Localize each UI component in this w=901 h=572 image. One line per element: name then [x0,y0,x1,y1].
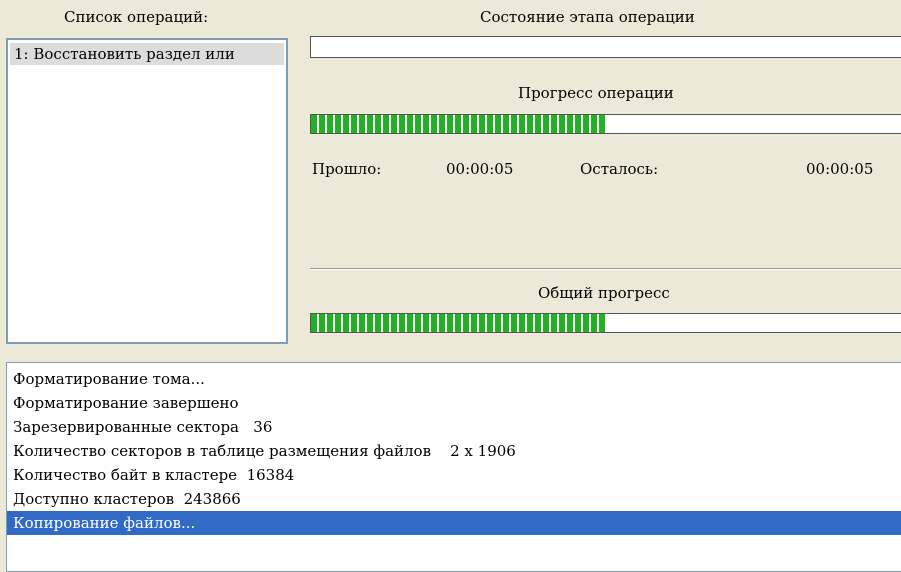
operation-progress-fill [311,115,605,133]
log-line[interactable]: Количество секторов в таблице размещения… [13,439,516,463]
remaining-label: Осталось: [580,160,659,178]
remaining-value: 00:00:05 [806,160,874,178]
log-line[interactable]: Количество байт в кластере 16384 [13,463,294,487]
log-list[interactable]: Форматирование тома... Форматирование за… [6,362,901,572]
stage-status-header: Состояние этапа операции [480,8,695,26]
operations-list-header: Список операций: [64,8,209,26]
operation-item[interactable]: 1: Восстановить раздел или [10,43,284,65]
total-progress-header: Общий прогресс [538,284,670,302]
elapsed-label: Прошло: [312,160,382,178]
operations-list[interactable]: 1: Восстановить раздел или [6,38,288,344]
operation-progress-bar [310,114,901,134]
total-progress-bar [310,313,901,333]
log-line[interactable]: Форматирование тома... [13,367,205,391]
log-line[interactable]: Форматирование завершено [13,391,239,415]
total-progress-fill [311,314,605,332]
log-line-selected[interactable]: Копирование файлов... [7,511,901,535]
stage-status-bar [310,36,901,58]
operation-progress-header: Прогресс операции [518,84,674,102]
elapsed-value: 00:00:05 [446,160,514,178]
log-line[interactable]: Доступно кластеров 243866 [13,487,241,511]
log-line[interactable]: Зарезервированные сектора 36 [13,415,272,439]
section-divider [310,268,901,270]
